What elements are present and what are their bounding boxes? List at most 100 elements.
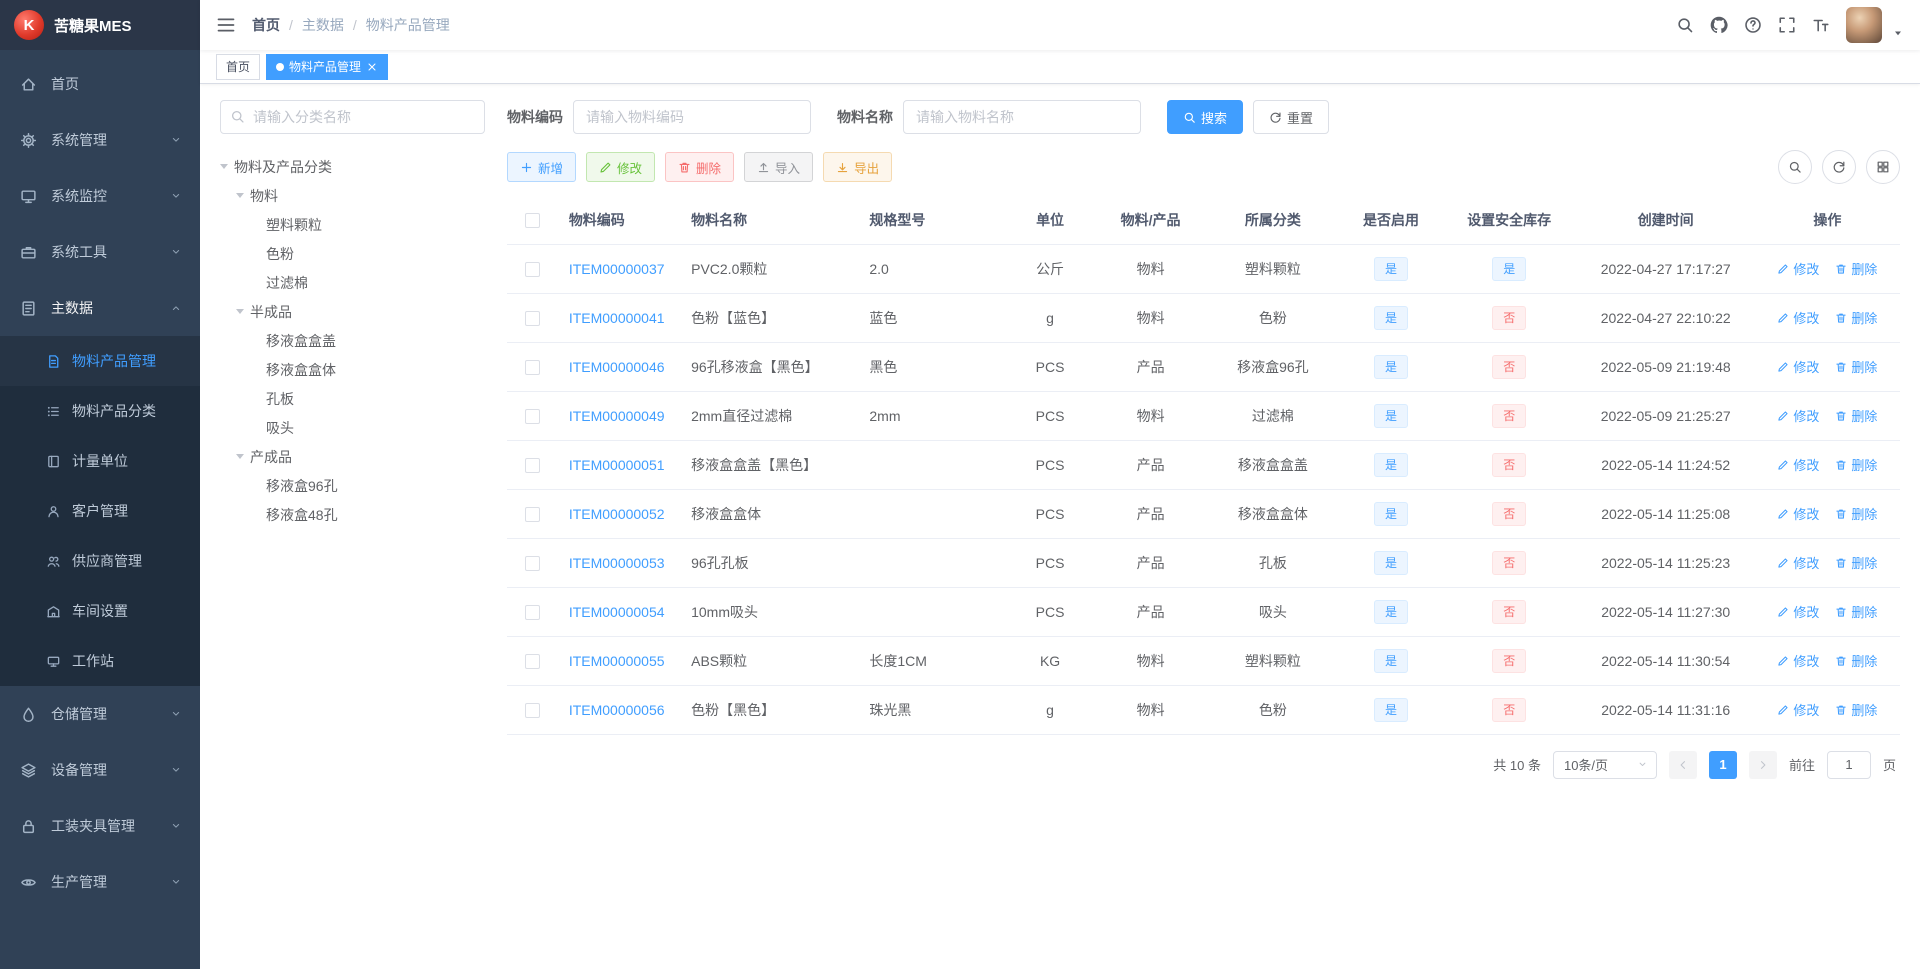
delete-row-button[interactable]: 删除 (1835, 455, 1877, 474)
sidebar-item[interactable]: 首页 (0, 56, 200, 112)
sidebar-item[interactable]: 系统监控 (0, 168, 200, 224)
search-button[interactable]: 搜索 (1167, 100, 1244, 134)
toolbar-grid-button[interactable] (1866, 150, 1900, 184)
page-size-select[interactable]: 10条/页 (1552, 750, 1657, 779)
delete-row-button[interactable]: 删除 (1835, 406, 1877, 425)
sidebar-item[interactable]: 系统工具 (0, 224, 200, 280)
sidebar-subitem-active[interactable]: 物料产品管理 (0, 336, 200, 386)
edit-row-button[interactable]: 修改 (1777, 700, 1819, 719)
delete-row-button[interactable]: 删除 (1835, 357, 1877, 376)
category-search-input[interactable] (220, 100, 485, 134)
tree-node[interactable]: 移液盒盒体 (220, 355, 485, 384)
fullscreen-icon[interactable] (1778, 16, 1796, 34)
tree-node[interactable]: 移液盒盒盖 (220, 326, 485, 355)
row-checkbox[interactable] (525, 555, 541, 571)
close-icon[interactable] (366, 61, 378, 73)
fontsize-icon[interactable] (1812, 16, 1830, 34)
prev-page-button[interactable] (1668, 750, 1697, 779)
delete-row-button[interactable]: 删除 (1835, 308, 1877, 327)
item-code-link[interactable]: ITEM00000046 (569, 359, 665, 375)
tree-node[interactable]: 移液盒96孔 (220, 471, 485, 500)
sidebar-subitem[interactable]: 计量单位 (0, 436, 200, 486)
row-checkbox[interactable] (525, 702, 541, 718)
question-icon[interactable] (1744, 16, 1762, 34)
row-checkbox[interactable] (525, 359, 541, 375)
sidebar-item[interactable]: 系统管理 (0, 112, 200, 168)
delete-row-button[interactable]: 删除 (1835, 651, 1877, 670)
sidebar-item[interactable]: 工装夹具管理 (0, 798, 200, 854)
item-code-link[interactable]: ITEM00000052 (569, 506, 665, 522)
delete-row-button[interactable]: 删除 (1835, 553, 1877, 572)
tree-node[interactable]: 物料 (220, 181, 485, 210)
row-checkbox[interactable] (525, 310, 541, 326)
row-checkbox[interactable] (525, 653, 541, 669)
filter-input-0[interactable] (573, 100, 811, 134)
item-code-link[interactable]: ITEM00000037 (569, 261, 665, 277)
delete-row-button[interactable]: 删除 (1835, 602, 1877, 621)
item-code-link[interactable]: ITEM00000053 (569, 555, 665, 571)
row-checkbox[interactable] (525, 408, 541, 424)
select-all-checkbox[interactable] (525, 213, 541, 229)
tree-node[interactable]: 产成品 (220, 442, 485, 471)
row-checkbox[interactable] (525, 604, 541, 620)
tree-node[interactable]: 色粉 (220, 239, 485, 268)
goto-page-input[interactable] (1826, 750, 1871, 779)
tree-expand-caret-icon[interactable] (236, 306, 250, 318)
download-button[interactable]: 导出 (823, 152, 893, 182)
tree-node[interactable]: 物料及产品分类 (220, 152, 485, 181)
edit-row-button[interactable]: 修改 (1777, 602, 1819, 621)
tree-node[interactable]: 孔板 (220, 384, 485, 413)
delete-row-button[interactable]: 删除 (1835, 504, 1877, 523)
item-code-link[interactable]: ITEM00000041 (569, 310, 665, 326)
search-icon[interactable] (1676, 16, 1694, 34)
edit-row-button[interactable]: 修改 (1777, 406, 1819, 425)
item-code-link[interactable]: ITEM00000049 (569, 408, 665, 424)
tree-node[interactable]: 吸头 (220, 413, 485, 442)
edit-button[interactable]: 修改 (586, 152, 656, 182)
caret-down-icon[interactable] (1892, 27, 1904, 39)
edit-row-button[interactable]: 修改 (1777, 553, 1819, 572)
hamburger-icon[interactable] (216, 15, 236, 35)
tree-expand-caret-icon[interactable] (236, 190, 250, 202)
view-tag[interactable]: 首页 (216, 53, 261, 80)
sidebar-item[interactable]: 生产管理 (0, 854, 200, 910)
sidebar-item[interactable]: 设备管理 (0, 742, 200, 798)
plus-button[interactable]: 新增 (507, 152, 577, 182)
edit-row-button[interactable]: 修改 (1777, 651, 1819, 670)
item-code-link[interactable]: ITEM00000055 (569, 653, 665, 669)
toolbar-refresh-button[interactable] (1822, 150, 1856, 184)
view-tag-active[interactable]: 物料产品管理 (266, 53, 389, 80)
item-code-link[interactable]: ITEM00000056 (569, 702, 665, 718)
filter-input-1[interactable] (903, 100, 1141, 134)
delete-row-button[interactable]: 删除 (1835, 259, 1877, 278)
breadcrumb-item[interactable]: 首页 (252, 15, 280, 35)
github-icon[interactable] (1710, 16, 1728, 34)
sidebar-subitem[interactable]: 供应商管理 (0, 536, 200, 586)
user-avatar[interactable] (1846, 7, 1882, 43)
tree-node[interactable]: 过滤棉 (220, 268, 485, 297)
row-checkbox[interactable] (525, 457, 541, 473)
edit-row-button[interactable]: 修改 (1777, 504, 1819, 523)
sidebar-subitem[interactable]: 工作站 (0, 636, 200, 686)
edit-row-button[interactable]: 修改 (1777, 259, 1819, 278)
upload-button[interactable]: 导入 (744, 152, 814, 182)
edit-row-button[interactable]: 修改 (1777, 308, 1819, 327)
item-code-link[interactable]: ITEM00000051 (569, 457, 665, 473)
next-page-button[interactable] (1748, 750, 1777, 779)
tree-expand-caret-icon[interactable] (220, 161, 234, 173)
tree-expand-caret-icon[interactable] (236, 451, 250, 463)
row-checkbox[interactable] (525, 506, 541, 522)
sidebar-item[interactable]: 主数据 (0, 280, 200, 336)
sidebar-subitem[interactable]: 物料产品分类 (0, 386, 200, 436)
tree-node[interactable]: 塑料颗粒 (220, 210, 485, 239)
sidebar-subitem[interactable]: 客户管理 (0, 486, 200, 536)
sidebar-item[interactable]: 仓储管理 (0, 686, 200, 742)
tree-node[interactable]: 半成品 (220, 297, 485, 326)
edit-row-button[interactable]: 修改 (1777, 455, 1819, 474)
reset-button[interactable]: 重置 (1253, 100, 1330, 134)
item-code-link[interactable]: ITEM00000054 (569, 604, 665, 620)
row-checkbox[interactable] (525, 261, 541, 277)
sidebar-subitem[interactable]: 车间设置 (0, 586, 200, 636)
delete-button[interactable]: 删除 (665, 152, 735, 182)
edit-row-button[interactable]: 修改 (1777, 357, 1819, 376)
